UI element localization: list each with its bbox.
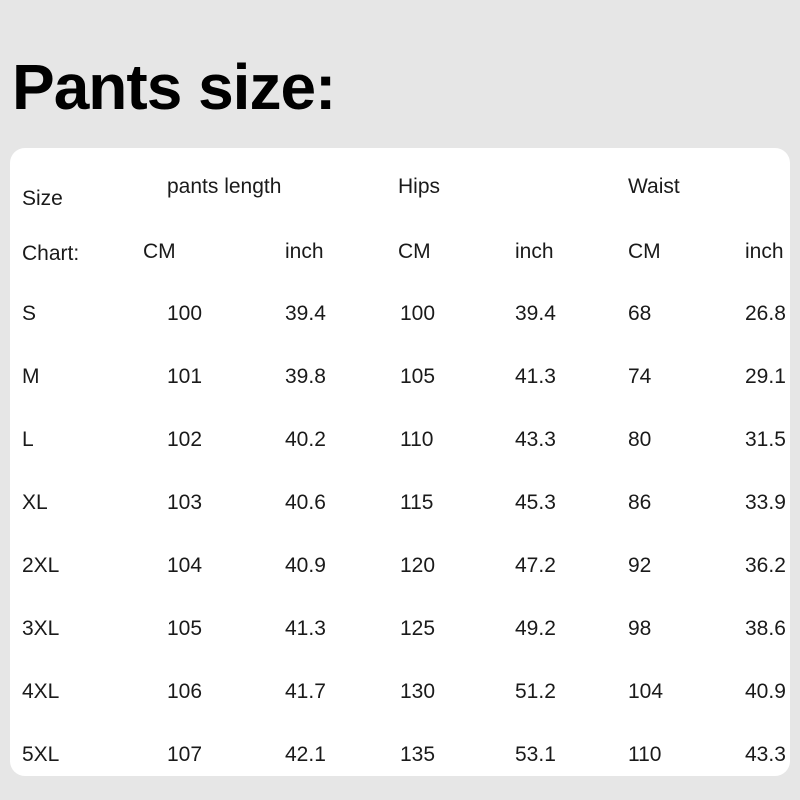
table-cell-value: 40.2 [285, 428, 326, 451]
table-cell-value: 107 [167, 743, 203, 766]
table-cell-value: 74 [628, 365, 652, 388]
table-cell-value: 38.6 [745, 617, 786, 640]
size-chart-table: Size Chart: pants length Hips Waist CM i… [10, 148, 790, 776]
table-cell-value: 49.2 [515, 617, 556, 640]
table-cell-value: 120 [400, 554, 436, 577]
unit-header-hips-cm: CM [398, 240, 431, 263]
table-cell-value: 80 [628, 428, 652, 451]
table-cell-value: 41.3 [515, 365, 556, 388]
table-cell-value: 102 [167, 428, 203, 451]
table-cell-value: 43.3 [745, 743, 786, 766]
table-cell-value: 31.5 [745, 428, 786, 451]
table-cell-value: 47.2 [515, 554, 556, 577]
table-cell-value: 110 [628, 743, 662, 766]
table-cell-value: 103 [167, 491, 203, 514]
table-cell-value: 41.7 [285, 680, 326, 703]
table-cell-value: 39.4 [285, 302, 326, 325]
table-cell-value: 42.1 [285, 743, 326, 766]
table-cell-value: 39.8 [285, 365, 326, 388]
table-cell-value: 43.3 [515, 428, 556, 451]
unit-header-pants-length-cm: CM [143, 240, 176, 263]
table-cell-value: 105 [400, 365, 436, 388]
table-cell-value: 40.9 [745, 680, 786, 703]
table-row-size: 3XL [22, 617, 60, 640]
table-cell-value: 125 [400, 617, 436, 640]
table-cell-value: 92 [628, 554, 652, 577]
unit-header-hips-inch: inch [515, 240, 554, 263]
unit-header-waist-cm: CM [628, 240, 661, 263]
table-row-size: M [22, 365, 40, 388]
unit-header-waist-inch: inch [745, 240, 784, 263]
table-cell-value: 115 [400, 491, 434, 514]
table-row-size: L [22, 428, 34, 451]
table-cell-value: 104 [628, 680, 664, 703]
size-chart-corner-label-line2: Chart: [22, 242, 80, 265]
table-cell-value: 130 [400, 680, 436, 703]
table-row-size: 4XL [22, 680, 60, 703]
table-row-size: 5XL [22, 743, 60, 766]
table-cell-value: 40.9 [285, 554, 326, 577]
table-cell-value: 106 [167, 680, 203, 703]
page-title: Pants size: [12, 51, 336, 123]
table-cell-value: 29.1 [745, 365, 786, 388]
table-cell-value: 101 [167, 365, 203, 388]
group-header-hips: Hips [398, 175, 441, 198]
table-cell-value: 33.9 [745, 491, 786, 514]
size-chart-panel: Size Chart: pants length Hips Waist CM i… [10, 148, 790, 776]
unit-header-pants-length-inch: inch [285, 240, 324, 263]
table-cell-value: 53.1 [515, 743, 556, 766]
table-cell-value: 51.2 [515, 680, 556, 703]
table-cell-value: 86 [628, 491, 652, 514]
table-cell-value: 26.8 [745, 302, 786, 325]
table-row-size: XL [22, 491, 48, 514]
size-chart-corner-label-line1: Size [22, 187, 63, 210]
table-cell-value: 98 [628, 617, 652, 640]
table-cell-value: 105 [167, 617, 203, 640]
table-row-size: S [22, 302, 37, 325]
table-cell-value: 41.3 [285, 617, 326, 640]
table-cell-value: 104 [167, 554, 203, 577]
table-cell-value: 100 [400, 302, 436, 325]
table-cell-value: 39.4 [515, 302, 556, 325]
table-cell-value: 68 [628, 302, 652, 325]
table-cell-value: 110 [400, 428, 434, 451]
table-cell-value: 36.2 [745, 554, 786, 577]
table-cell-value: 100 [167, 302, 203, 325]
group-header-waist: Waist [628, 175, 680, 198]
group-header-pants-length: pants length [167, 175, 282, 198]
table-cell-value: 45.3 [515, 491, 556, 514]
table-row-size: 2XL [22, 554, 60, 577]
table-cell-value: 135 [400, 743, 436, 766]
table-cell-value: 40.6 [285, 491, 326, 514]
